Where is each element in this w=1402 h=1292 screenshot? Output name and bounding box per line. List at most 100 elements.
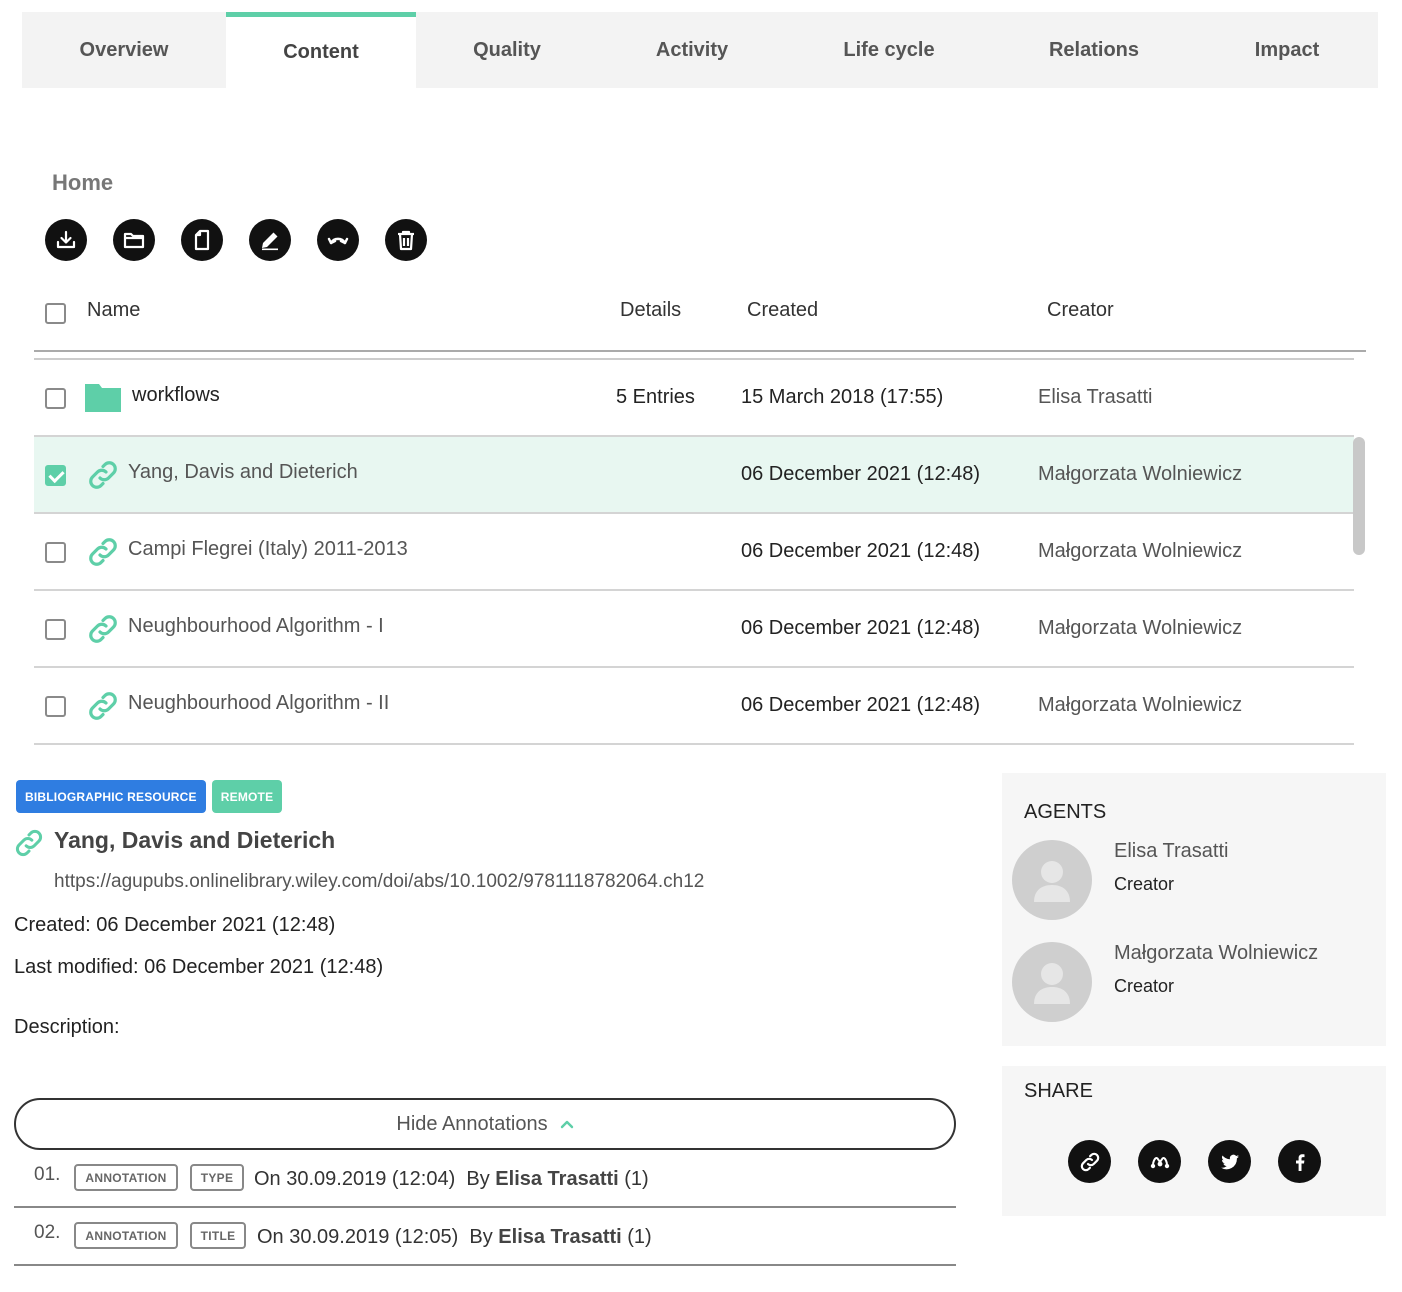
row-creator: Małgorzata Wolniewicz <box>1038 463 1243 485</box>
type-badge: BIBLIOGRAPHIC RESOURCE <box>16 780 206 813</box>
hide-annotations-button[interactable]: Hide Annotations <box>14 1098 956 1150</box>
row-created: 06 December 2021 (12:48) <box>741 694 981 716</box>
table-row[interactable]: Campi Flegrei (Italy) 2011-2013 06 Decem… <box>34 514 1354 591</box>
annotation-field-tag: TYPE <box>190 1164 244 1191</box>
user-icon <box>1034 963 1070 1004</box>
row-checkbox[interactable] <box>45 696 66 717</box>
row-creator: Małgorzata Wolniewicz <box>1038 540 1243 562</box>
row-creator: Małgorzata Wolniewicz <box>1038 617 1243 639</box>
user-icon <box>1034 861 1070 902</box>
annotation-number: 01. <box>34 1164 61 1185</box>
row-name[interactable]: Yang, Davis and Dieterich <box>128 461 358 484</box>
annotation-tag: ANNOTATION <box>74 1222 178 1249</box>
share-mendeley-button[interactable] <box>1138 1140 1181 1183</box>
row-name[interactable]: Neughbourhood Algorithm - I <box>128 615 384 638</box>
table-row[interactable]: Yang, Davis and Dieterich 06 December 20… <box>34 437 1354 514</box>
new-folder-button[interactable] <box>113 219 155 261</box>
hide-annotations-label: Hide Annotations <box>396 1112 548 1135</box>
agent-name[interactable]: Elisa Trasatti <box>1114 840 1228 863</box>
row-checkbox[interactable] <box>45 388 66 409</box>
row-creator: Małgorzata Wolniewicz <box>1038 694 1243 716</box>
breadcrumb[interactable]: Home <box>52 170 113 196</box>
tab-relations[interactable]: Relations <box>992 12 1196 88</box>
annotation-row[interactable]: 01. ANNOTATION TYPE On 30.09.2019 (12:04… <box>14 1150 956 1208</box>
agent-role: Creator <box>1114 874 1175 894</box>
twitter-icon <box>1220 1154 1239 1169</box>
annotation-info: On 30.09.2019 (12:05) By Elisa Trasatti … <box>257 1226 652 1248</box>
tab-life-cycle[interactable]: Life cycle <box>786 12 992 88</box>
row-created: 06 December 2021 (12:48) <box>741 617 981 639</box>
column-details[interactable]: Details <box>620 299 681 322</box>
share-link-button[interactable] <box>1068 1140 1111 1183</box>
link-icon <box>89 538 117 566</box>
annotation-tag: ANNOTATION <box>74 1164 178 1191</box>
row-checkbox[interactable] <box>45 619 66 640</box>
row-created: 06 December 2021 (12:48) <box>741 540 981 562</box>
column-created[interactable]: Created <box>747 299 818 322</box>
link-icon <box>15 829 43 857</box>
column-creator[interactable]: Creator <box>1047 299 1114 322</box>
agent-item[interactable]: Małgorzata Wolniewicz Creator <box>1012 942 1382 1024</box>
facebook-icon <box>1295 1153 1304 1171</box>
download-icon <box>56 230 76 249</box>
row-name[interactable]: Campi Flegrei (Italy) 2011-2013 <box>128 538 408 561</box>
tab-quality[interactable]: Quality <box>416 12 598 88</box>
row-name[interactable]: Neughbourhood Algorithm - II <box>128 692 389 715</box>
resource-url[interactable]: https://agupubs.onlinelibrary.wiley.com/… <box>54 871 704 893</box>
share-icons <box>1068 1140 1321 1183</box>
annotation-field-tag: TITLE <box>190 1222 246 1249</box>
row-creator: Elisa Trasatti <box>1038 386 1153 408</box>
undo-button[interactable] <box>317 219 359 261</box>
table-row[interactable]: Neughbourhood Algorithm - II 06 December… <box>34 668 1354 745</box>
download-button[interactable] <box>45 219 87 261</box>
share-facebook-button[interactable] <box>1278 1140 1321 1183</box>
folder-icon <box>123 232 145 249</box>
avatar <box>1012 840 1092 920</box>
table-row[interactable]: workflows 5 Entries 15 March 2018 (17:55… <box>34 360 1354 437</box>
row-checkbox[interactable] <box>45 542 66 563</box>
delete-button[interactable] <box>385 219 427 261</box>
resource-badges: BIBLIOGRAPHIC RESOURCE REMOTE <box>16 780 283 813</box>
share-twitter-button[interactable] <box>1208 1140 1251 1183</box>
annotation-author[interactable]: Elisa Trasatti <box>495 1168 618 1190</box>
trash-icon <box>398 230 414 251</box>
select-all-checkbox[interactable] <box>45 303 66 324</box>
file-table: workflows 5 Entries 15 March 2018 (17:55… <box>34 358 1354 745</box>
edit-button[interactable] <box>249 219 291 261</box>
chevron-up-icon <box>560 1120 573 1129</box>
row-name[interactable]: workflows <box>132 384 220 407</box>
annotation-author[interactable]: Elisa Trasatti <box>498 1226 621 1248</box>
avatar <box>1012 942 1092 1022</box>
share-title: SHARE <box>1024 1080 1093 1102</box>
row-created: 06 December 2021 (12:48) <box>741 463 981 485</box>
edit-icon <box>262 232 278 251</box>
modified-date: Last modified: 06 December 2021 (12:48) <box>14 956 384 978</box>
table-row[interactable]: Neughbourhood Algorithm - I 06 December … <box>34 591 1354 668</box>
row-checkbox[interactable] <box>45 465 66 486</box>
link-icon <box>1080 1152 1099 1171</box>
tab-impact[interactable]: Impact <box>1196 12 1378 88</box>
share-panel: SHARE <box>1002 1066 1386 1216</box>
annotation-info: On 30.09.2019 (12:04) By Elisa Trasatti … <box>254 1168 649 1190</box>
link-icon <box>89 692 117 720</box>
remote-badge: REMOTE <box>211 780 283 813</box>
toolbar <box>45 219 427 261</box>
tab-overview[interactable]: Overview <box>22 12 226 88</box>
table-header: Name Details Created Creator <box>34 290 1366 352</box>
undo-icon <box>327 237 349 245</box>
column-name[interactable]: Name <box>87 299 140 322</box>
created-date: Created: 06 December 2021 (12:48) <box>14 914 336 936</box>
detail-title: Yang, Davis and Dieterich <box>54 827 336 853</box>
tab-content[interactable]: Content <box>226 12 416 88</box>
link-icon <box>89 461 117 489</box>
new-file-button[interactable] <box>181 219 223 261</box>
link-icon <box>89 615 117 643</box>
agents-title: AGENTS <box>1024 801 1107 823</box>
agent-item[interactable]: Elisa Trasatti Creator <box>1012 840 1382 922</box>
agent-name[interactable]: Małgorzata Wolniewicz <box>1114 942 1318 965</box>
annotation-row[interactable]: 02. ANNOTATION TITLE On 30.09.2019 (12:0… <box>14 1208 956 1266</box>
agent-role: Creator <box>1114 976 1175 996</box>
table-scrollbar[interactable] <box>1353 437 1365 555</box>
tab-activity[interactable]: Activity <box>598 12 786 88</box>
folder-icon <box>85 384 121 412</box>
